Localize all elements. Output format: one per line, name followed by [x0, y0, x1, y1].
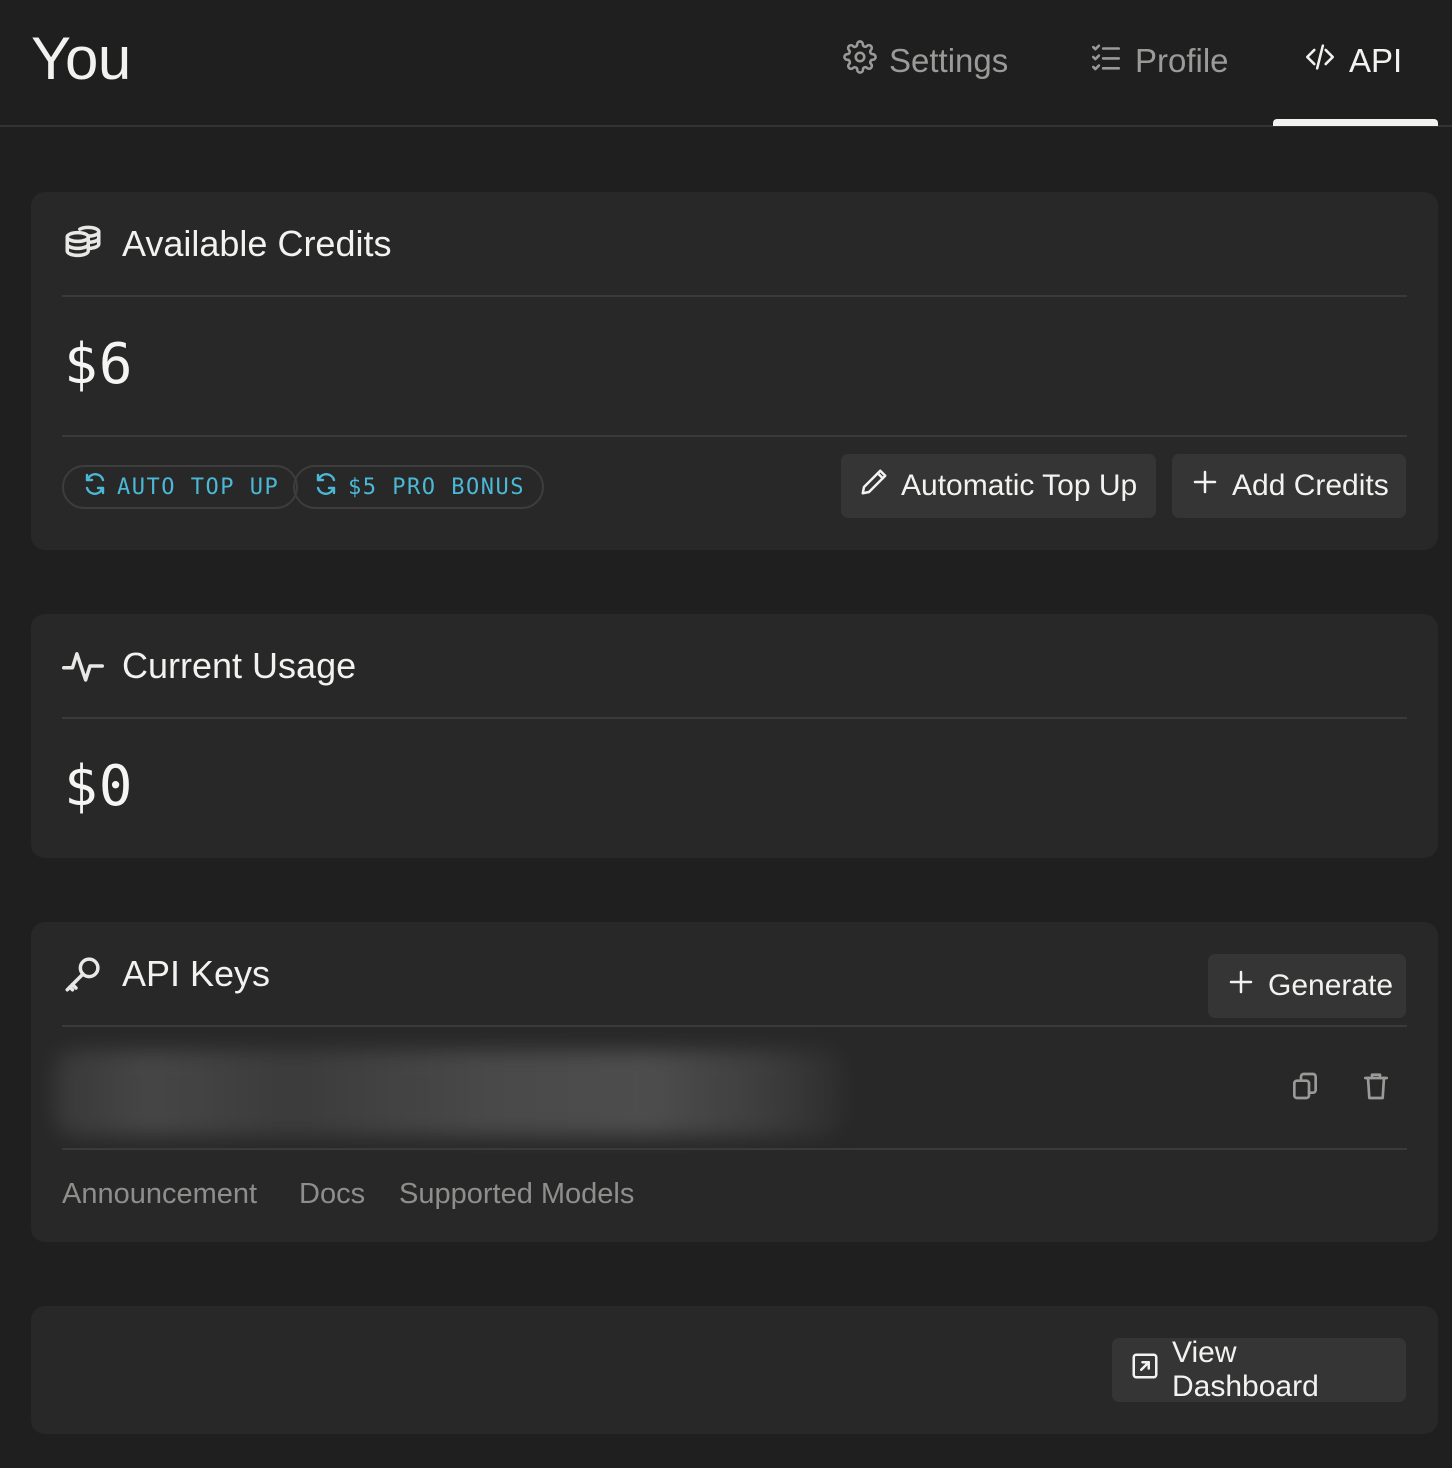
tab-profile[interactable]: Profile	[1089, 36, 1229, 86]
api-key-row	[54, 1048, 1407, 1144]
divider	[62, 1148, 1407, 1150]
key-icon	[62, 953, 104, 995]
tab-settings[interactable]: Settings	[843, 36, 1008, 86]
card-title: Available Credits	[122, 222, 392, 264]
badge-label: AUTO TOP UP	[117, 474, 280, 500]
refresh-icon	[83, 472, 107, 502]
current-usage-card: Current Usage $0	[31, 614, 1438, 858]
current-usage-header: Current Usage	[62, 614, 1407, 719]
announcement-link[interactable]: Announcement	[62, 1178, 257, 1211]
plus-icon	[1190, 467, 1220, 505]
auto-top-up-badge: AUTO TOP UP	[62, 465, 299, 509]
view-dashboard-button[interactable]: View Dashboard	[1112, 1336, 1406, 1403]
add-credits-button[interactable]: Add Credits	[1172, 454, 1406, 518]
plus-icon	[1226, 967, 1256, 1005]
current-usage-value: $0	[64, 754, 134, 819]
activity-icon	[62, 645, 104, 687]
button-label: Generate	[1268, 969, 1394, 1002]
pencil-icon	[859, 467, 889, 505]
page-title: You	[31, 25, 131, 92]
card-title: API Keys	[122, 952, 271, 994]
api-key-value-blurred	[54, 1050, 844, 1136]
copy-icon	[1285, 1070, 1325, 1102]
delete-key-button[interactable]	[1356, 1066, 1396, 1106]
supported-models-link[interactable]: Supported Models	[399, 1178, 634, 1211]
external-link-icon	[1130, 1351, 1160, 1389]
gear-icon	[843, 40, 877, 82]
automatic-top-up-button[interactable]: Automatic Top Up	[841, 454, 1156, 518]
available-credits-card: Available Credits $6 AUTO TOP UP $5 PRO …	[31, 192, 1438, 550]
api-settings-page: You Settings Profile API Available Credi…	[0, 0, 1452, 1468]
api-keys-header: API Keys	[62, 922, 1407, 1027]
tab-api[interactable]: API	[1303, 36, 1402, 86]
generate-key-button[interactable]: Generate	[1208, 954, 1406, 1018]
button-label: Add Credits	[1232, 469, 1389, 502]
tab-settings-label: Settings	[889, 42, 1009, 79]
coins-icon	[62, 223, 104, 265]
available-credits-value: $6	[64, 332, 134, 397]
badge-label: $5 PRO BONUS	[348, 474, 525, 500]
tab-api-label: API	[1349, 42, 1403, 79]
api-keys-card: API Keys Generate Announcement Docs Supp…	[31, 922, 1438, 1242]
card-title: Current Usage	[122, 644, 357, 686]
docs-link[interactable]: Docs	[299, 1178, 365, 1211]
list-checks-icon	[1089, 40, 1123, 82]
pro-bonus-badge: $5 PRO BONUS	[293, 465, 544, 509]
active-tab-indicator	[1273, 119, 1438, 126]
button-label: Automatic Top Up	[901, 469, 1138, 502]
button-label: View Dashboard	[1172, 1336, 1319, 1403]
tab-profile-label: Profile	[1135, 42, 1229, 79]
page-header: You Settings Profile API	[0, 0, 1452, 127]
available-credits-header: Available Credits	[62, 192, 1407, 297]
copy-key-button[interactable]	[1285, 1066, 1325, 1106]
dashboard-card: View Dashboard	[31, 1306, 1438, 1434]
code-icon	[1303, 40, 1337, 82]
divider	[62, 435, 1407, 437]
refresh-icon	[314, 472, 338, 502]
trash-icon	[1356, 1070, 1396, 1102]
